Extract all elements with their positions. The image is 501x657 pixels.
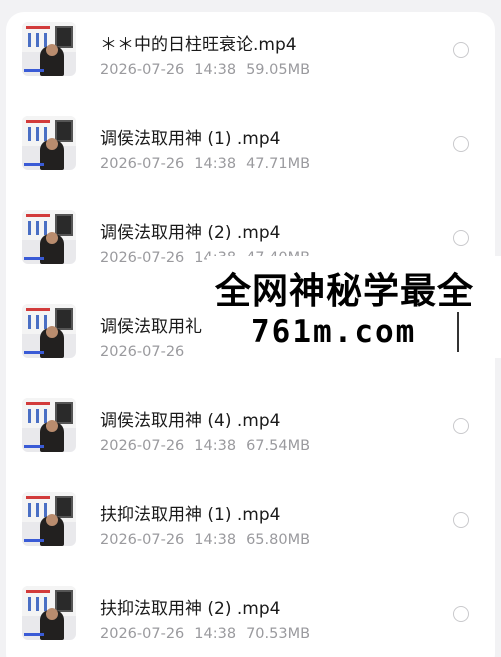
file-name: 扶抑法取用神 (2) .mp4 [100,599,281,619]
file-time: 14:38 [194,626,237,642]
select-radio-icon[interactable] [453,136,469,152]
file-name: ＊＊中的日柱旺衰论.mp4 [100,35,297,55]
file-meta: 2026-07-26 14:38 67.54MB [100,438,320,454]
file-row[interactable]: ＊＊中的日柱旺衰论.mp4 2026-07-26 14:38 59.05MB [6,22,495,116]
file-date: 2026-07-26 [100,344,185,360]
file-time: 14:38 [194,532,237,548]
file-name: 调侯法取用礼 [100,317,202,337]
file-size: 65.80MB [246,532,311,548]
file-name: 调侯法取用神 (1) .mp4 [100,129,281,149]
video-thumbnail [22,492,76,546]
file-row[interactable]: 调侯法取用神 (4) .mp4 2026-07-26 14:38 67.54MB [6,398,495,492]
watermark-overlay: 全网神秘学最全 761m.com [207,256,501,358]
file-row[interactable]: 扶抑法取用神 (1) .mp4 2026-07-26 14:38 65.80MB [6,492,495,586]
video-thumbnail [22,586,76,640]
file-date: 2026-07-26 [100,532,185,548]
video-thumbnail [22,304,76,358]
file-size: 67.54MB [246,438,311,454]
file-size: 70.53MB [246,626,311,642]
video-thumbnail [22,22,76,76]
watermark-url: 761m.com [251,314,417,350]
video-thumbnail [22,398,76,452]
file-meta: 2026-07-26 14:38 70.53MB [100,626,320,642]
file-meta: 2026-07-26 14:38 65.80MB [100,532,320,548]
select-radio-icon[interactable] [453,42,469,58]
file-row[interactable]: 调侯法取用神 (1) .mp4 2026-07-26 14:38 47.71MB [6,116,495,210]
file-date: 2026-07-26 [100,438,185,454]
select-radio-icon[interactable] [453,606,469,622]
select-radio-icon[interactable] [453,418,469,434]
file-time: 14:38 [194,438,237,454]
file-meta: 2026-07-26 14:38 59.05MB [100,62,320,78]
select-radio-icon[interactable] [453,512,469,528]
watermark-text: 全网神秘学最全 [215,271,475,312]
file-name: 扶抑法取用神 (1) .mp4 [100,505,281,525]
file-row[interactable]: 扶抑法取用神 (2) .mp4 2026-07-26 14:38 70.53MB [6,586,495,657]
file-time: 14:38 [194,62,237,78]
text-cursor [457,312,459,352]
file-meta: 2026-07-26 14:38 47.71MB [100,156,320,172]
file-date: 2026-07-26 [100,62,185,78]
file-name: 调侯法取用神 (2) .mp4 [100,223,281,243]
file-meta: 2026-07-26 [100,344,194,360]
file-time: 14:38 [194,156,237,172]
file-date: 2026-07-26 [100,626,185,642]
video-thumbnail [22,116,76,170]
file-date: 2026-07-26 [100,250,185,266]
file-date: 2026-07-26 [100,156,185,172]
file-size: 47.71MB [246,156,311,172]
file-name: 调侯法取用神 (4) .mp4 [100,411,281,431]
file-size: 59.05MB [246,62,311,78]
select-radio-icon[interactable] [453,230,469,246]
video-thumbnail [22,210,76,264]
